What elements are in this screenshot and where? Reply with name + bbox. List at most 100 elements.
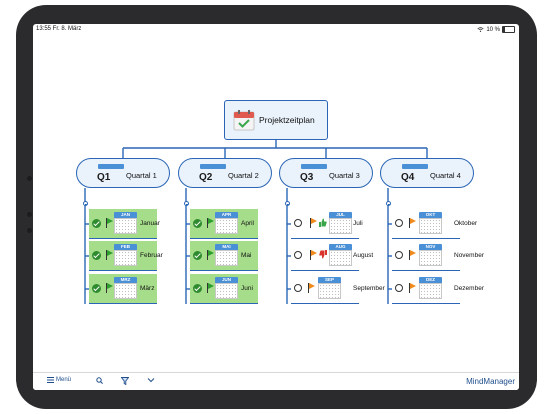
flag-icon — [408, 283, 418, 293]
task-complete-icon[interactable] — [92, 219, 101, 228]
quarter-number: Q4 — [401, 172, 415, 183]
task-checkbox[interactable] — [395, 251, 403, 259]
task-checkbox[interactable] — [395, 284, 403, 292]
filter-icon — [121, 377, 129, 385]
task-complete-icon[interactable] — [92, 284, 101, 293]
month-label: Mai — [241, 252, 252, 259]
task-complete-icon[interactable] — [193, 284, 202, 293]
month-node[interactable]: SEP September — [291, 274, 385, 304]
quarter-label: Quartal 1 — [126, 171, 157, 180]
quarter-label: Quartal 2 — [228, 171, 259, 180]
month-node[interactable]: JUL Juli — [291, 209, 363, 239]
quarter-tab — [402, 164, 428, 169]
menu-label: Menü — [56, 377, 72, 383]
brand-logo: MindManager — [466, 377, 515, 386]
hamburger-icon — [47, 377, 54, 383]
quarter-tab — [301, 164, 327, 169]
month-calendar-icon: JUN — [215, 277, 238, 301]
central-topic-label: Projektzeitplan — [259, 115, 315, 125]
thumbs-up-icon — [319, 218, 327, 227]
quarter-node[interactable]: Q4 Quartal 4 — [380, 158, 474, 188]
ipad-sensor — [27, 228, 32, 233]
month-label: Februar — [140, 252, 163, 259]
quarter-node[interactable]: Q2 Quartal 2 — [178, 158, 272, 188]
month-grid — [114, 283, 137, 299]
month-grid — [419, 250, 442, 266]
month-label: März — [140, 285, 155, 292]
ipad-sensor — [27, 212, 32, 217]
quarter-node[interactable]: Q3 Quartal 3 — [279, 158, 373, 188]
month-label: April — [241, 220, 255, 227]
flag-icon — [307, 283, 317, 293]
collapse-toggle[interactable] — [184, 201, 189, 206]
filter-button[interactable] — [121, 377, 129, 385]
task-checkbox[interactable] — [294, 284, 302, 292]
task-complete-icon[interactable] — [193, 219, 202, 228]
thumbs-down-icon — [319, 250, 327, 259]
flag-icon — [408, 218, 418, 228]
month-grid — [419, 218, 442, 234]
quarter-number: Q2 — [199, 172, 213, 183]
task-checkbox[interactable] — [294, 251, 302, 259]
month-node[interactable]: MRZ März — [89, 274, 157, 304]
month-grid — [329, 250, 352, 266]
month-label: Juni — [241, 285, 253, 292]
month-label: November — [454, 252, 484, 259]
quarter-node[interactable]: Q1 Quartal 1 — [76, 158, 170, 188]
month-grid — [318, 283, 341, 299]
search-icon — [96, 377, 103, 384]
app-screen: 13:55 Fr. 8. März 10 % Projektzeitplan Q… — [33, 24, 519, 390]
month-node[interactable]: DEZ Dezember — [392, 274, 484, 304]
month-calendar-icon: APR — [215, 212, 238, 236]
task-checkbox[interactable] — [395, 219, 403, 227]
expand-button[interactable] — [147, 377, 155, 383]
month-node[interactable]: AUG August — [291, 241, 373, 271]
month-node[interactable]: JAN Januar — [89, 209, 160, 239]
month-grid — [329, 218, 352, 234]
task-checkbox[interactable] — [294, 219, 302, 227]
collapse-toggle[interactable] — [83, 201, 88, 206]
month-grid — [215, 283, 238, 299]
collapse-toggle[interactable] — [285, 201, 290, 206]
month-label: September — [353, 285, 385, 292]
chevron-down-icon — [147, 378, 155, 383]
task-complete-icon[interactable] — [92, 251, 101, 260]
month-calendar-icon: DEZ — [419, 277, 442, 301]
month-grid — [114, 250, 137, 266]
month-node[interactable]: FEB Februar — [89, 241, 163, 271]
calendar-check-icon — [233, 110, 255, 131]
month-node[interactable]: NOV November — [392, 241, 484, 271]
bottom-toolbar: Menü MindManager — [33, 372, 519, 390]
month-node[interactable]: JUN Juni — [190, 274, 258, 304]
ipad-camera — [27, 176, 32, 181]
month-calendar-icon: FEB — [114, 244, 137, 268]
month-calendar-icon: AUG — [329, 244, 352, 268]
month-grid — [114, 218, 137, 234]
map-connectors — [84, 140, 428, 304]
central-topic[interactable]: Projektzeitplan — [224, 100, 328, 140]
quarter-label: Quartal 4 — [430, 171, 461, 180]
month-calendar-icon: NOV — [419, 244, 442, 268]
month-label: Oktober — [454, 220, 478, 227]
flag-icon — [309, 218, 319, 228]
month-label: Januar — [140, 220, 160, 227]
month-node[interactable]: APR April — [190, 209, 258, 239]
month-calendar-icon: MRZ — [114, 277, 137, 301]
month-grid — [419, 283, 442, 299]
flag-icon — [408, 250, 418, 260]
month-node[interactable]: MAI Mai — [190, 241, 258, 271]
quarter-tab — [98, 164, 124, 169]
task-complete-icon[interactable] — [193, 251, 202, 260]
collapse-toggle[interactable] — [386, 201, 391, 206]
month-grid — [215, 218, 238, 234]
month-node[interactable]: OKT Oktober — [392, 209, 477, 239]
month-calendar-icon: JUL — [329, 212, 352, 236]
month-calendar-icon: JAN — [114, 212, 137, 236]
menu-button[interactable]: Menü — [47, 377, 71, 383]
quarter-tab — [200, 164, 226, 169]
month-calendar-icon: MAI — [215, 244, 238, 268]
search-button[interactable] — [96, 377, 103, 384]
quarter-number: Q1 — [97, 172, 111, 183]
month-label: August — [353, 252, 374, 259]
month-label: Juli — [353, 220, 363, 227]
